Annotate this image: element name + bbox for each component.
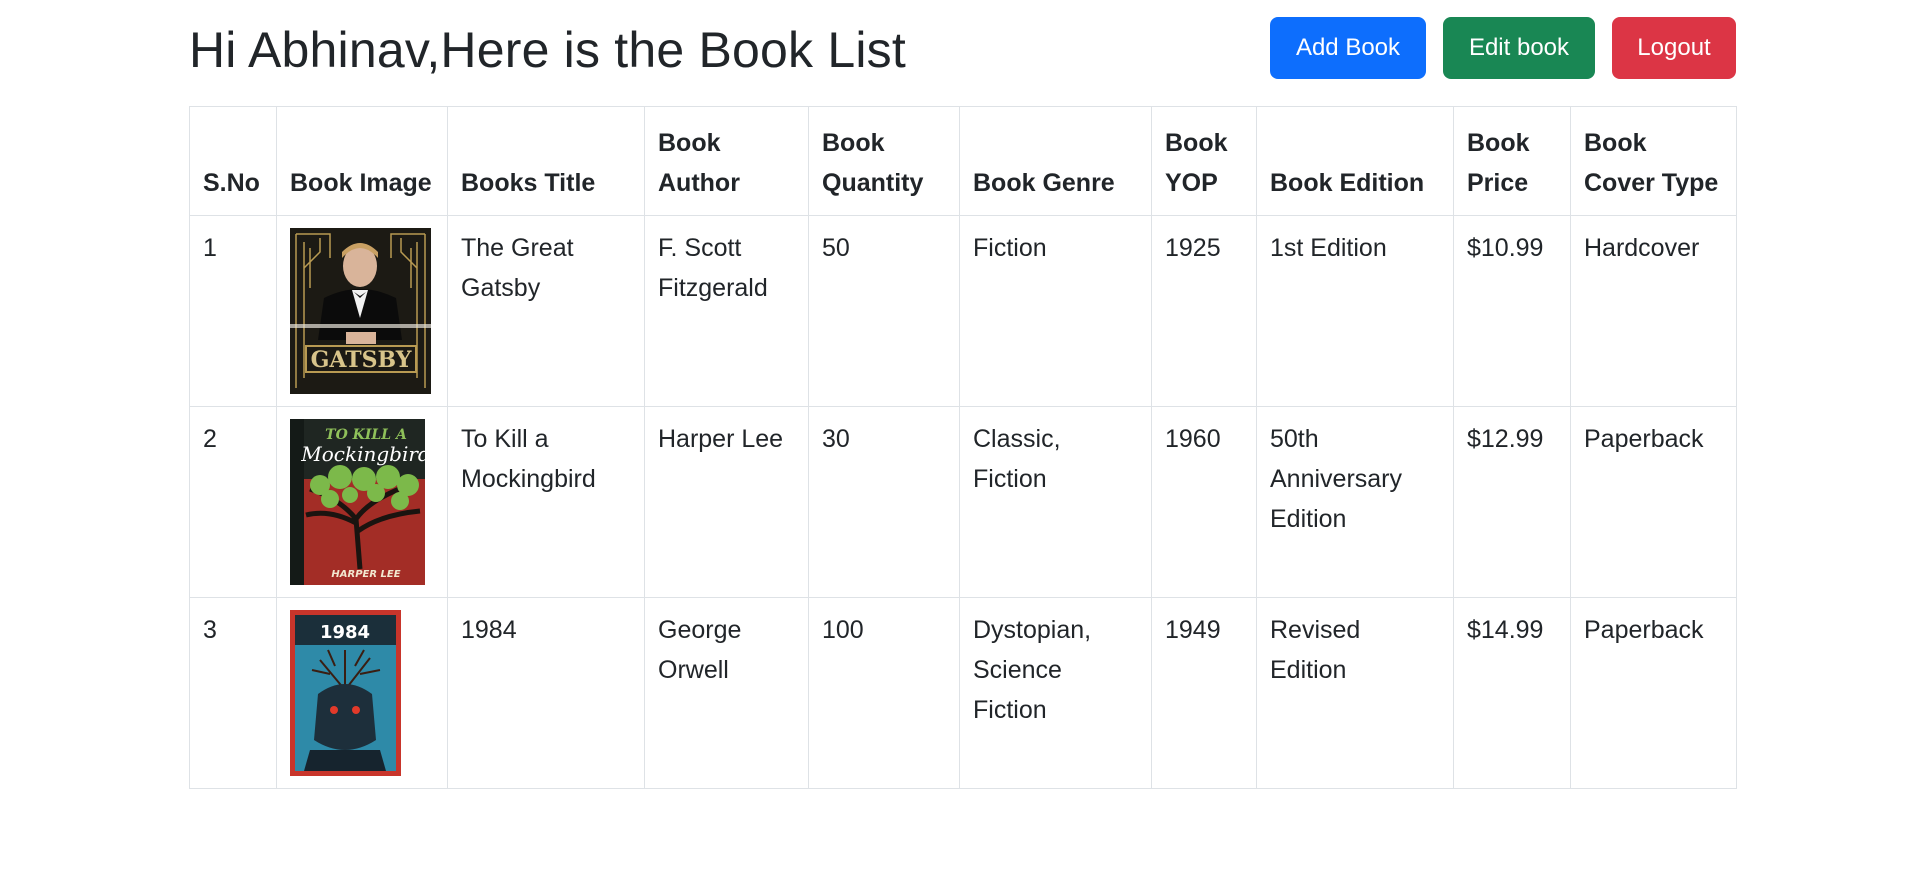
cell-genre: Dystopian, Science Fiction [959,597,1152,789]
column-header-yop: Book YOP [1151,106,1257,216]
gatsby-cover-text: GATSBY [311,347,412,373]
cell-image: GATSBY [276,215,448,407]
table-row: 3 1984 1984 George Orwell 100 Dystopian,… [189,597,1737,789]
column-header-genre: Book Genre [959,106,1152,216]
table-header: S.No Book Image Books Title Book Author … [189,106,1737,216]
cell-sno: 3 [189,597,277,789]
cell-price: $14.99 [1453,597,1571,789]
cell-edition: Revised Edition [1256,597,1454,789]
cell-image: TO KILL A Mockingbird HARPER LEE [276,406,448,598]
column-header-edition: Book Edition [1256,106,1454,216]
cell-price: $12.99 [1453,406,1571,598]
cell-price: $10.99 [1453,215,1571,407]
page-title: Hi Abhinav,Here is the Book List [189,22,906,78]
cell-sno: 1 [189,215,277,407]
cell-title: 1984 [447,597,645,789]
cell-genre: Fiction [959,215,1152,407]
cell-quantity: 30 [808,406,960,598]
mockingbird-cover-title-text: Mockingbird [300,442,425,466]
main-container: Hi Abhinav,Here is the Book List Add Boo… [189,0,1737,789]
cell-sno: 2 [189,406,277,598]
book-table: S.No Book Image Books Title Book Author … [189,106,1737,789]
column-header-sno: S.No [189,106,277,216]
cell-quantity: 100 [808,597,960,789]
cell-edition: 1st Edition [1256,215,1454,407]
table-body: 1 GATSBY The Great Gatsby F. Scott Fitzg… [189,215,1737,789]
cell-quantity: 50 [808,215,960,407]
column-header-image: Book Image [276,106,448,216]
1984-cover-text: 1984 [320,622,370,643]
cell-cover-type: Paperback [1570,597,1737,789]
gatsby-cover-image: GATSBY [290,228,431,394]
cell-image: 1984 [276,597,448,789]
table-row: 2 TO KILL A Mockingbird HARPER LEE To Ki… [189,406,1737,598]
cell-author: Harper Lee [644,406,809,598]
cell-yop: 1949 [1151,597,1257,789]
add-book-button[interactable]: Add Book [1270,17,1426,79]
1984-cover-image: 1984 [290,610,431,776]
cell-edition: 50th Anniversary Edition [1256,406,1454,598]
column-header-price: Book Price [1453,106,1571,216]
column-header-cover-type: Book Cover Type [1570,106,1737,216]
table-row: 1 GATSBY The Great Gatsby F. Scott Fitzg… [189,215,1737,407]
column-header-title: Books Title [447,106,645,216]
logout-button[interactable]: Logout [1612,17,1736,79]
cell-title: The Great Gatsby [447,215,645,407]
cell-genre: Classic, Fiction [959,406,1152,598]
mockingbird-cover-author-text: HARPER LEE [331,569,400,580]
mockingbird-cover-top-text: TO KILL A [325,427,407,443]
column-header-quantity: Book Quantity [808,106,960,216]
cell-cover-type: Paperback [1570,406,1737,598]
mockingbird-cover-image: TO KILL A Mockingbird HARPER LEE [290,419,431,585]
header-actions: Add Book Edit book Logout [1270,17,1736,79]
edit-book-button[interactable]: Edit book [1443,17,1595,79]
cell-author: F. Scott Fitzgerald [644,215,809,407]
page-header: Hi Abhinav,Here is the Book List Add Boo… [189,0,1736,106]
cell-yop: 1960 [1151,406,1257,598]
column-header-author: Book Author [644,106,809,216]
cell-title: To Kill a Mockingbird [447,406,645,598]
cell-yop: 1925 [1151,215,1257,407]
header-row: S.No Book Image Books Title Book Author … [189,106,1737,216]
cell-author: George Orwell [644,597,809,789]
cell-cover-type: Hardcover [1570,215,1737,407]
